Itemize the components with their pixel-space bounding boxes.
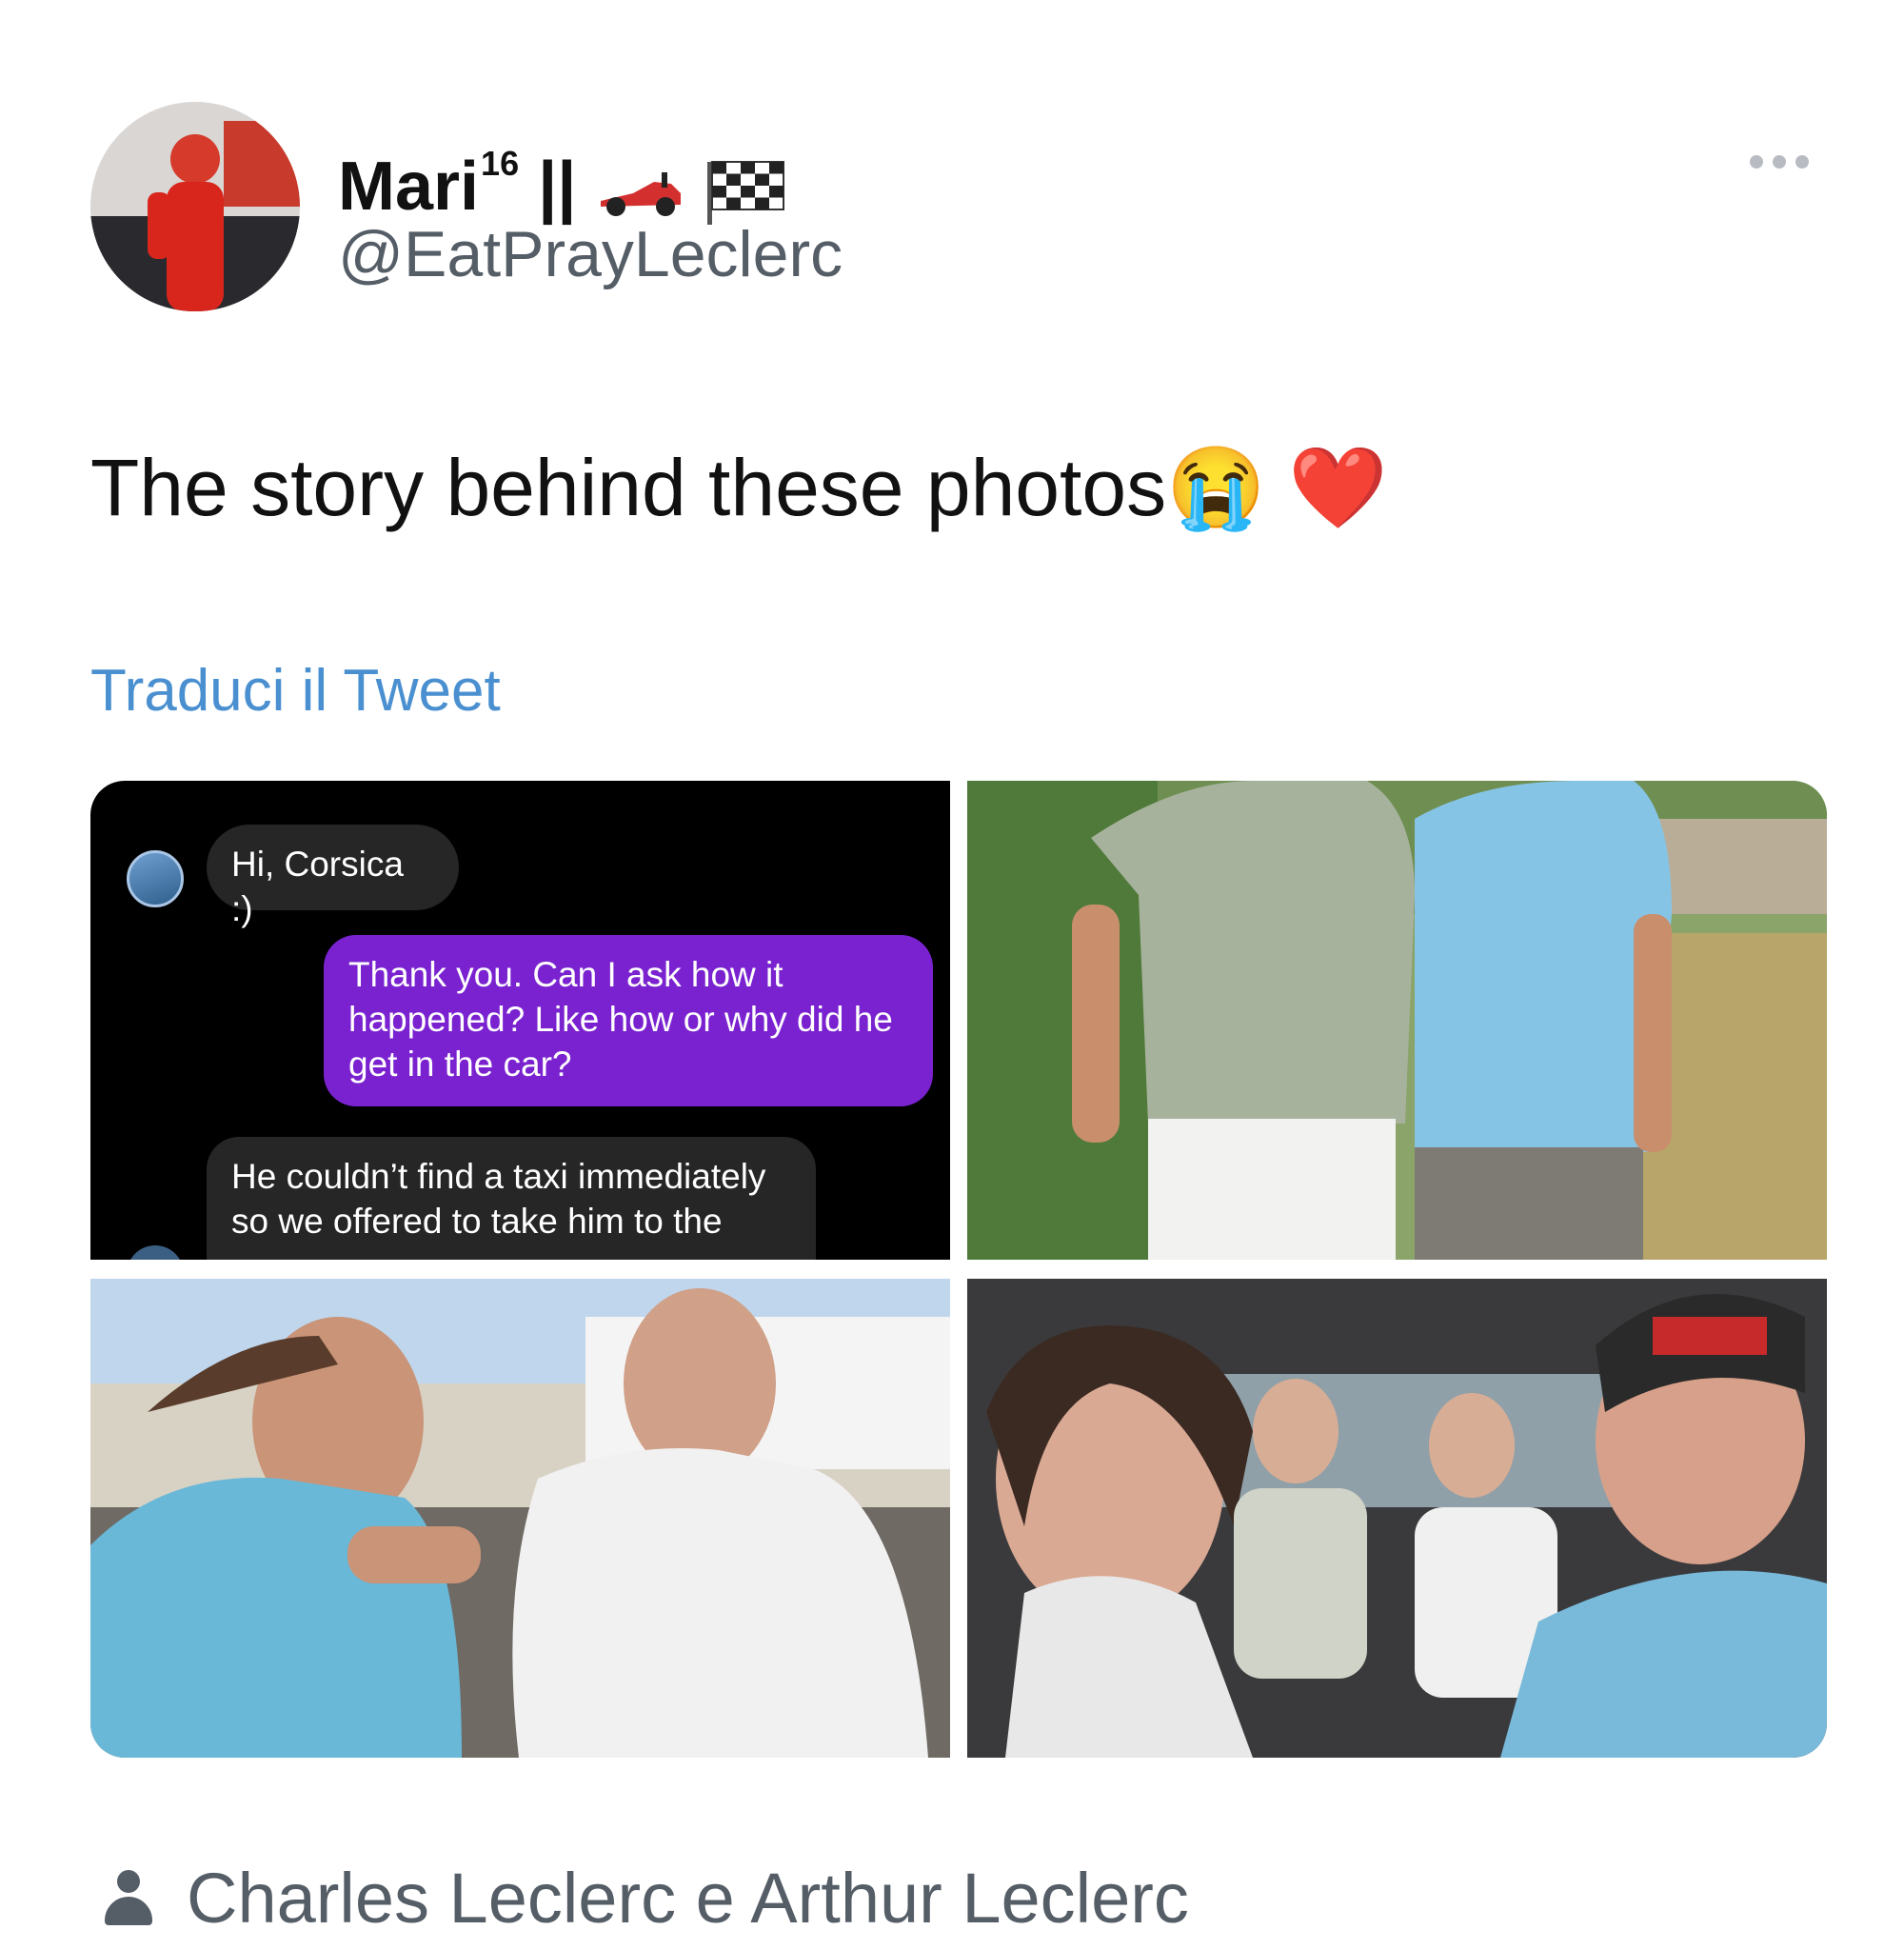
avatar[interactable] [90,102,300,311]
media-photo-outdoor[interactable] [967,781,1827,1260]
tagged-people[interactable]: Charles Leclerc e Arthur Leclerc [105,1857,1189,1940]
photo-car-selfie [967,1279,1827,1758]
race-car-icon [601,171,682,216]
media-chat-screenshot[interactable]: Hi, Corsica :) Thank you. Can I ask how … [90,781,950,1260]
photo-two-people-garden [967,781,1827,1260]
more-options-button[interactable] [1750,143,1845,181]
crying-face-emoji: 😭 [1166,443,1266,532]
tagged-people-text: Charles Leclerc e Arthur Leclerc [187,1859,1189,1938]
chat-avatar [127,850,184,907]
tweet-text: The story behind these photos😭 ❤️ [90,440,1388,535]
translate-tweet-link[interactable]: Traduci il Tweet [90,655,501,727]
display-name-text: Mari [338,149,480,225]
display-name-separator: || [538,149,577,225]
person-icon [105,1870,152,1927]
display-name-superscript: 16 [481,144,520,183]
chat-avatar [127,1245,184,1260]
chat-bubble-outgoing: Thank you. Can I ask how it happened? Li… [324,935,933,1106]
display-name[interactable]: Mari16 || [338,122,785,229]
avatar-photo [90,102,300,311]
photo-two-men-harbor [90,1279,950,1758]
media-photo-harbor[interactable] [90,1279,950,1758]
tweet-body: The story behind these photos [90,443,1167,532]
media-photo-car-selfie[interactable] [967,1279,1827,1758]
user-handle[interactable]: @EatPrayLeclerc [338,214,843,294]
ellipsis-icon [1750,155,1763,169]
red-heart-emoji: ❤️ [1288,443,1388,532]
chat-bubble-incoming: Hi, Corsica :) [207,825,459,928]
chat-bubble-incoming: He couldn’t find a taxi immediately so w… [207,1137,816,1260]
